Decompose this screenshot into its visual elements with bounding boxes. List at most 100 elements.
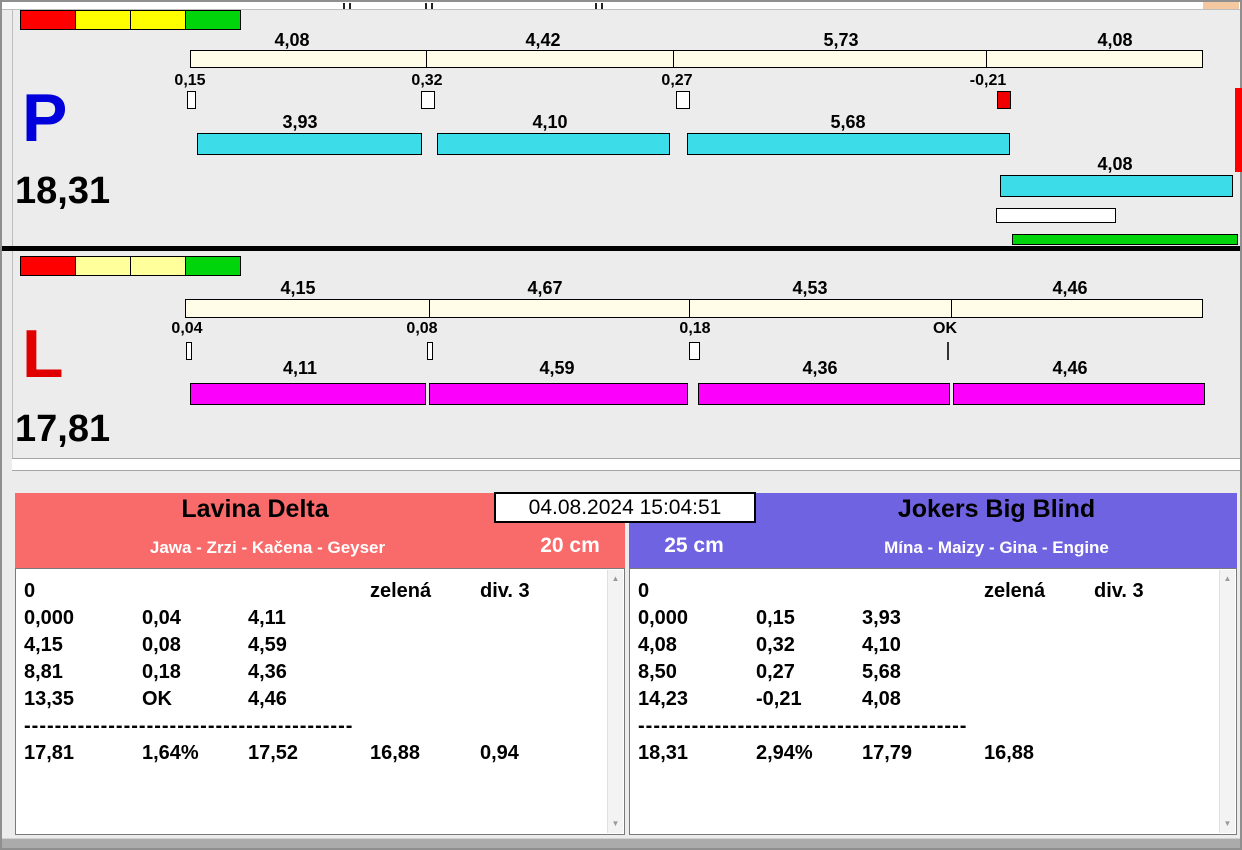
start-light-red-icon	[20, 256, 76, 276]
table-cell: 4,46	[248, 688, 287, 710]
crossover-marker	[689, 342, 700, 360]
crossover-time-label: 0,04	[171, 320, 203, 337]
table-cell	[984, 607, 1094, 634]
split-time-label: 4,42	[525, 30, 561, 50]
dog-time-label: 4,08	[1097, 154, 1133, 174]
start-light-yellow1-icon	[75, 10, 131, 30]
team-left-results-table: 0 zelená div. 3 0,000 0,04 4,11 4,15 0,0…	[16, 569, 607, 834]
start-light-yellow1-icon	[75, 256, 131, 276]
lane-total-time-l: 17,81	[15, 408, 111, 450]
table-cell: 0,000	[638, 607, 689, 629]
dog-run-bar	[698, 383, 950, 405]
rerun-pending-bar	[996, 208, 1116, 223]
dog-time-label: 3,93	[282, 112, 318, 132]
start-light-yellow2-icon	[130, 10, 186, 30]
dog-run-bar	[953, 383, 1205, 405]
table-cell: zelená	[984, 580, 1046, 602]
split-time-label: 4,15	[280, 278, 316, 298]
table-cell	[248, 580, 370, 607]
team-right-results-panel[interactable]: 0 zelená div. 3 0,000 0,15 3,93 4,08 0,3…	[629, 568, 1237, 835]
team-left-results-panel[interactable]: 0 zelená div. 3 0,000 0,04 4,11 4,15 0,0…	[15, 568, 625, 835]
table-cell	[370, 634, 480, 661]
table-cell: 0,94	[480, 742, 519, 764]
table-cell: 0,08	[142, 634, 181, 656]
table-cell	[480, 661, 607, 688]
crossover-marker-fault	[997, 91, 1011, 109]
table-cell: zelená	[370, 580, 432, 602]
split-time-label: 4,53	[792, 278, 828, 298]
dog-run-bar	[437, 133, 670, 155]
table-cell: 4,08	[862, 688, 901, 710]
table-cell: 5,68	[862, 661, 901, 683]
start-light-green-icon	[185, 256, 241, 276]
team-right-jump-height: 25 cm	[664, 534, 724, 557]
status-bar	[2, 838, 1240, 848]
crossover-marker	[421, 91, 435, 109]
table-cell: div. 3	[480, 580, 530, 602]
table-cell	[984, 634, 1094, 661]
dog-run-bar	[1000, 175, 1233, 197]
split-time-label: 4,67	[527, 278, 563, 298]
split-time-label: 4,08	[1097, 30, 1133, 50]
table-cell	[1094, 742, 1219, 769]
split-segment	[191, 51, 426, 67]
table-cell	[984, 688, 1094, 715]
table-cell: -0,21	[756, 688, 802, 710]
team-right-name: Jokers Big Blind	[897, 495, 1096, 523]
scroll-down-icon[interactable]: ▼	[608, 817, 623, 831]
table-cell: 18,31	[638, 742, 689, 764]
table-cell: 2,94%	[756, 742, 813, 764]
scroll-up-icon[interactable]: ▲	[608, 572, 623, 586]
split-segment-bar-p	[190, 50, 1203, 68]
dog-time-label: 4,46	[1052, 358, 1088, 378]
table-cell	[480, 688, 607, 715]
table-cell: 4,36	[248, 661, 287, 683]
datetime-display: 04.08.2024 15:04:51	[494, 492, 756, 523]
crossover-marker	[186, 342, 192, 360]
table-cell	[756, 580, 862, 607]
start-light-red-icon	[20, 10, 76, 30]
vertical-scrollbar[interactable]: ▲ ▼	[1219, 570, 1235, 833]
vertical-scrollbar[interactable]: ▲ ▼	[607, 570, 623, 833]
panel-border-line	[12, 10, 13, 458]
split-segment	[986, 51, 1202, 67]
split-segment	[186, 300, 429, 317]
crossover-marker-ok	[947, 342, 949, 360]
lane-divider	[2, 246, 1240, 251]
dog-time-label: 5,68	[830, 112, 866, 132]
right-edge-fault-strip	[1235, 88, 1242, 172]
start-lights-l	[20, 256, 241, 276]
split-time-label: 4,08	[274, 30, 310, 50]
table-cell: 4,15	[24, 634, 63, 656]
table-cell: 8,81	[24, 661, 63, 683]
table-cell: 8,50	[638, 661, 677, 683]
crossover-time-label: -0,21	[969, 72, 1007, 89]
table-cell: 0,32	[756, 634, 795, 656]
table-cell: 4,11	[248, 607, 286, 629]
team-left-dogs: Jawa - Zrzi - Kačena - Geyser	[149, 538, 386, 557]
lane-letter-p: P	[22, 80, 68, 156]
table-cell: 0	[24, 580, 36, 602]
table-cell: 0,15	[756, 607, 795, 629]
table-cell: 4,59	[248, 634, 287, 656]
dog-time-label: 4,11	[282, 358, 318, 378]
table-cell	[1094, 688, 1219, 715]
empty-message-strip	[12, 458, 1240, 471]
table-cell: 17,81	[24, 742, 75, 764]
table-cell	[370, 688, 480, 715]
table-cell: 4,10	[862, 634, 901, 656]
table-cell	[1094, 607, 1219, 634]
flyball-timing-window: 4,08 4,42 5,73 4,08 0,15 0,32 0,27 -0,21…	[0, 0, 1242, 850]
dog-run-bar	[429, 383, 688, 405]
crossover-time-label: 0,27	[661, 72, 693, 89]
scroll-up-icon[interactable]: ▲	[1220, 572, 1235, 586]
crossover-time-label: 0,18	[679, 320, 711, 337]
split-time-label: 4,46	[1052, 278, 1088, 298]
table-cell: 4,08	[638, 634, 677, 656]
scroll-down-icon[interactable]: ▼	[1220, 817, 1235, 831]
table-cell: 13,35	[24, 688, 75, 710]
crossover-marker	[187, 91, 196, 109]
table-cell	[480, 607, 607, 634]
dog-run-bar	[197, 133, 422, 155]
table-cell: 16,88	[984, 742, 1035, 764]
